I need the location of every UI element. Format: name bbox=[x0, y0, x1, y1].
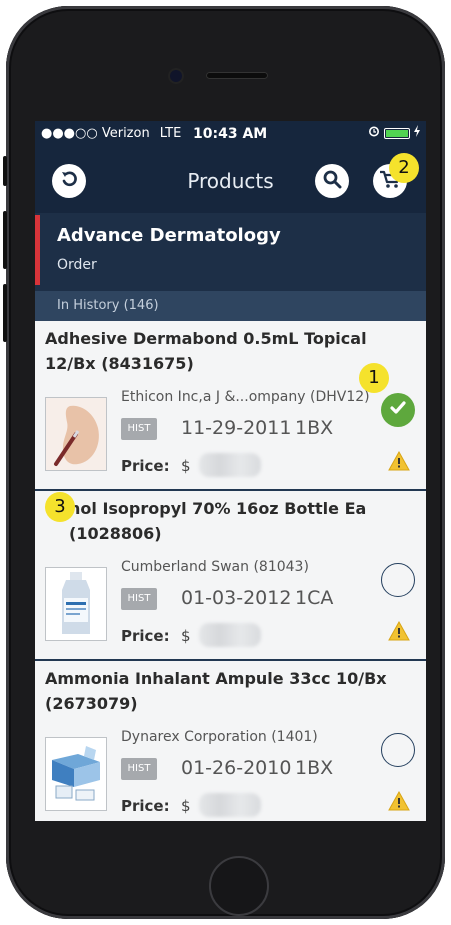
product-image bbox=[45, 567, 107, 641]
product-name: Adhesive Dermabond 0.5mL Topical 12/Bx (… bbox=[45, 329, 367, 373]
product-image bbox=[45, 737, 107, 811]
history-badge: HIST bbox=[121, 588, 157, 610]
select-checkbox[interactable] bbox=[381, 733, 415, 767]
history-badge: HIST bbox=[121, 758, 157, 780]
price-redacted bbox=[199, 453, 261, 477]
network-label: LTE bbox=[159, 126, 182, 141]
search-icon bbox=[322, 169, 342, 193]
price-label: Price: bbox=[121, 627, 170, 645]
selected-checkbox[interactable] bbox=[381, 393, 415, 427]
product-item[interactable]: Adhesive Dermabond 0.5mL Topical 12/Bx (… bbox=[35, 321, 426, 491]
search-button[interactable] bbox=[315, 164, 349, 198]
product-vendor: Dynarex Corporation (1401) bbox=[121, 729, 318, 745]
order-date: 01-03-2012 bbox=[181, 587, 292, 609]
callout-marker-2: 2 bbox=[389, 153, 419, 183]
product-item[interactable]: hol Isopropyl 70% 16oz Bottle Ea (102880… bbox=[35, 491, 426, 661]
callout-marker-1: 1 bbox=[359, 363, 389, 393]
order-quantity: 1BX bbox=[295, 757, 334, 779]
currency-symbol: $ bbox=[181, 797, 191, 815]
home-button[interactable] bbox=[209, 856, 269, 916]
charging-icon bbox=[414, 125, 420, 141]
product-item[interactable]: Ammonia Inhalant Ampule 33cc 10/Bx (2673… bbox=[35, 661, 426, 821]
product-vendor: Cumberland Swan (81043) bbox=[121, 559, 309, 575]
nav-bar: Products bbox=[35, 147, 426, 213]
account-accent-bar bbox=[35, 215, 40, 285]
page-title: Products bbox=[187, 169, 274, 193]
product-image bbox=[45, 397, 107, 471]
warning-icon[interactable] bbox=[388, 620, 410, 641]
price-label: Price: bbox=[121, 797, 170, 815]
account-header[interactable]: Advance Dermatology Order bbox=[35, 213, 426, 291]
product-name: Ammonia Inhalant Ampule 33cc 10/Bx (2673… bbox=[45, 669, 387, 713]
price-redacted bbox=[199, 623, 261, 647]
order-date: 01-26-2010 bbox=[181, 757, 292, 779]
account-name: Advance Dermatology bbox=[57, 225, 281, 246]
callout-marker-3: 3 bbox=[45, 492, 75, 522]
order-quantity: 1CA bbox=[295, 587, 334, 609]
price-label: Price: bbox=[121, 457, 170, 475]
volume-up-button bbox=[3, 211, 7, 269]
currency-symbol: $ bbox=[181, 457, 191, 475]
history-badge: HIST bbox=[121, 418, 157, 440]
earpiece-speaker bbox=[206, 72, 268, 79]
checkmark-icon bbox=[388, 398, 408, 422]
front-camera bbox=[170, 70, 182, 82]
order-date: 11-29-2011 bbox=[181, 417, 292, 439]
carrier-label: ●●●○○ Verizon bbox=[41, 126, 150, 141]
battery-icon bbox=[384, 127, 410, 139]
volume-down-button bbox=[3, 284, 7, 342]
status-bar: ●●●○○ Verizon LTE 10:43 AM bbox=[35, 121, 426, 147]
alarm-icon bbox=[368, 125, 380, 141]
warning-icon[interactable] bbox=[388, 790, 410, 811]
warning-icon[interactable] bbox=[388, 450, 410, 471]
currency-symbol: $ bbox=[181, 627, 191, 645]
status-time: 10:43 AM bbox=[193, 126, 268, 142]
history-header: In History (146) bbox=[35, 291, 426, 321]
app-screen: ●●●○○ Verizon LTE 10:43 AM Products Adva… bbox=[35, 121, 426, 821]
product-vendor: Ethicon Inc,a J &...ompany (DHV12) bbox=[121, 389, 370, 405]
mute-switch bbox=[3, 156, 7, 186]
select-checkbox[interactable] bbox=[381, 563, 415, 597]
order-quantity: 1BX bbox=[295, 417, 334, 439]
product-name: hol Isopropyl 70% 16oz Bottle Ea (102880… bbox=[69, 499, 367, 543]
account-subtitle: Order bbox=[57, 257, 97, 273]
price-redacted bbox=[199, 793, 261, 817]
